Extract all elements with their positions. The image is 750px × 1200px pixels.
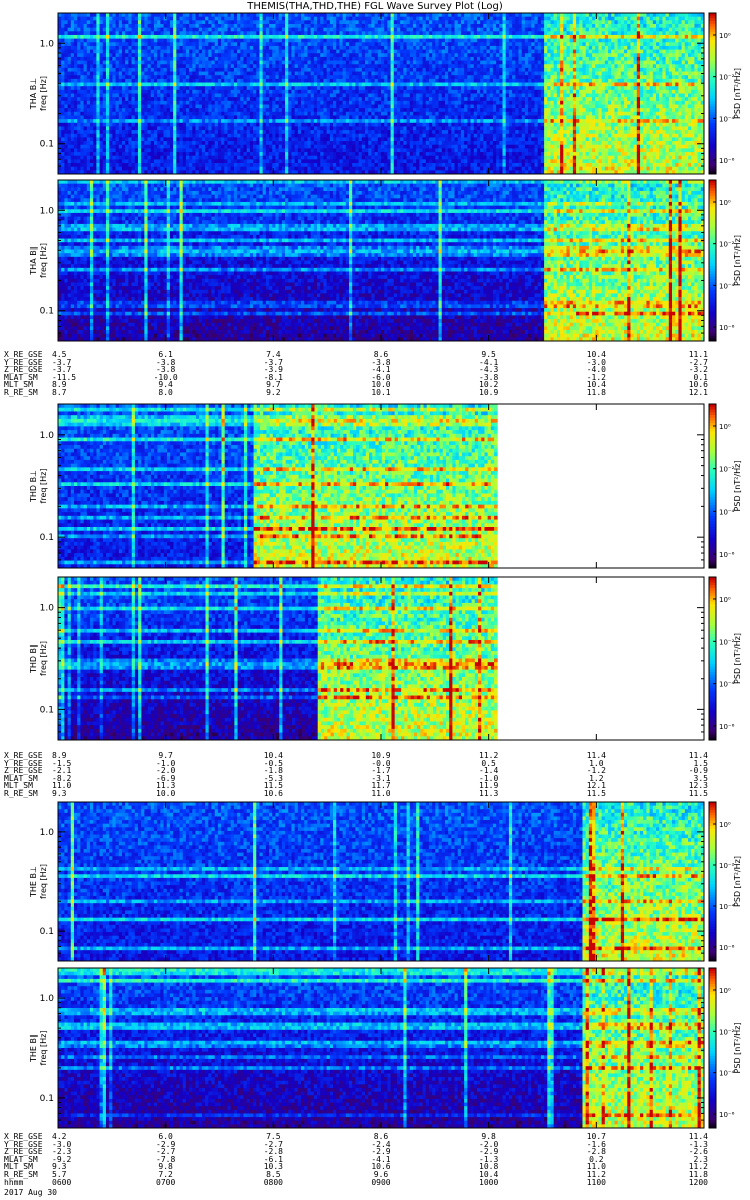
colorbar-tick: 10⁰	[719, 987, 731, 995]
ephemeris-column: 11.4 1.5 -0.9 3.5 12.3 11.5	[664, 752, 708, 798]
ephemeris-column: 10.9 -0.0 -1.7 -3.1 11.7 11.0	[361, 752, 401, 798]
ephemeris-column: 8.9 -1.5 -2.1 -8.2 11.0 9.3	[52, 752, 71, 798]
ylabel-freq: freq [Hz]	[39, 641, 48, 676]
colorbar-tick: 10⁻⁶	[719, 723, 735, 731]
colorbar: 10⁰10⁻²10⁻⁴10⁻⁶PSD [nT²/Hz]	[709, 404, 742, 569]
ytick-label: 0.1	[40, 533, 54, 543]
spectrogram-panels: 1.00.1THA B⊥ freq [Hz]10⁰10⁻²10⁻⁴10⁻⁶PSD …	[0, 0, 750, 1200]
ephemeris-column: 9.8 -2.0 -2.9 -1.3 10.8 10.4 1000	[469, 1133, 509, 1186]
colorbar: 10⁰10⁻²10⁻⁴10⁻⁶PSD [nT²/Hz]	[709, 13, 742, 175]
colorbar-tick: 10⁰	[719, 596, 731, 604]
colorbar-label: PSD [nT²/Hz]	[733, 68, 742, 119]
ephemeris-column: 9.7 -1.0 -2.0 -6.9 11.3 10.0	[146, 752, 186, 798]
ylabel-probe: THE B∥	[29, 1034, 38, 1063]
ylabel-freq: freq [Hz]	[39, 864, 48, 899]
ytick-label: 1.0	[40, 828, 55, 838]
ytick-label: 0.1	[40, 307, 54, 317]
ephemeris-labels: X_RE_GSE Y_RE_GSE Z_RE_GSE MLAT_SM MLT_S…	[4, 351, 43, 397]
ephemeris-column: 4.2 -3.0 -2.3 -9.2 9.3 5.7 0600	[52, 1133, 71, 1186]
ephemeris-column: 11.2 0.5 -1.4 -1.0 11.9 11.3	[469, 752, 509, 798]
ytick-label: 1.0	[40, 994, 55, 1004]
ephemeris-labels: X_RE_GSE Y_RE_GSE Z_RE_GSE MLAT_SM MLT_S…	[4, 1133, 43, 1186]
ephemeris-column: 10.4 -0.5 -1.8 -5.3 11.5 10.6	[253, 752, 293, 798]
colorbar-label: PSD [nT²/Hz]	[733, 1023, 742, 1074]
ytick-label: 0.1	[40, 927, 54, 937]
ylabel-freq: freq [Hz]	[39, 1031, 48, 1066]
ylabel-probe: THD B⊥	[29, 470, 38, 503]
ephemeris-column: 11.4 1.0 -1.2 1.2 12.1 11.5	[576, 752, 616, 798]
ephemeris-column: 8.6 -2.4 -2.9 -4.1 10.6 9.6 0900	[361, 1133, 401, 1186]
spectrogram-panel-2: 1.0 0.1 THA B∥ freq [Hz]	[29, 180, 704, 341]
colorbar-label: PSD [nT²/Hz]	[733, 461, 742, 512]
colorbar-tick: 10⁰	[719, 199, 731, 207]
colorbar-label: PSD [nT²/Hz]	[733, 633, 742, 684]
spectrogram-panel-4: 1.0 0.1 THD B∥ freq [Hz]	[29, 577, 704, 740]
spectrogram-panel-3: 1.0 0.1 THD B⊥ freq [Hz]	[29, 404, 704, 568]
spectrogram-panel-6: 1.0 0.1 THE B∥ freq [Hz]	[29, 968, 704, 1128]
ylabel-freq: freq [Hz]	[39, 76, 48, 111]
ytick-label: 0.1	[40, 1094, 54, 1104]
ylabel-probe: THD B∥	[29, 644, 38, 674]
ephemeris-column: 10.4 -3.0 -4.0 -1.2 10.4 11.8	[576, 351, 616, 397]
ytick-label: 1.0	[40, 39, 55, 49]
ylabel-probe: THA B⊥	[29, 78, 38, 110]
colorbar-tick: 10⁻⁶	[719, 551, 735, 559]
spectrogram-panel-1: 1.0 0.1 THA B⊥ freq [Hz]	[29, 13, 704, 174]
ylabel-probe: THA B∥	[29, 246, 38, 275]
colorbar-tick: 10⁰	[719, 821, 731, 829]
spectrogram-panel-5: 1.0 0.1 THE B⊥ freq [Hz]	[29, 802, 704, 961]
ylabel-freq: freq [Hz]	[39, 243, 48, 278]
ephemeris-labels: X_RE_GSE Y_RE_GSE Z_RE_GSE MLAT_SM MLT_S…	[4, 752, 43, 798]
colorbar-tick: 10⁰	[719, 32, 731, 40]
ytick-label: 0.1	[40, 140, 54, 150]
colorbar-tick: 10⁻⁶	[719, 1111, 735, 1119]
colorbar: 10⁰10⁻²10⁻⁴10⁻⁶PSD [nT²/Hz]	[709, 802, 742, 962]
ephemeris-column: 8.6 -3.8 -4.1 -6.0 10.0 10.1	[361, 351, 401, 397]
colorbar-tick: 10⁰	[719, 423, 731, 431]
ephemeris-column: 6.0 -2.9 -2.7 -7.8 9.8 7.2 0700	[146, 1133, 186, 1186]
ephemeris-column: 11.4 -1.3 -2.6 2.3 11.2 11.8 1200	[664, 1133, 708, 1186]
ytick-label: 0.1	[40, 705, 54, 715]
ytick-label: 1.0	[40, 431, 55, 441]
colorbar-tick: 10⁻⁶	[719, 324, 735, 332]
ylabel-probe: THE B⊥	[29, 866, 38, 898]
ephemeris-column: 9.5 -4.1 -4.3 -3.8 10.2 10.9	[469, 351, 509, 397]
ephemeris-column: 11.1 -2.7 -3.2 0.1 10.6 12.1	[664, 351, 708, 397]
ephemeris-column: 10.7 -1.6 -2.8 0.2 11.0 11.2 1100	[576, 1133, 616, 1186]
colorbar-tick: 10⁻⁶	[719, 157, 735, 165]
ephemeris-column: 6.1 -3.8 -3.8 -10.0 9.4 8.0	[146, 351, 186, 397]
ytick-label: 1.0	[40, 604, 55, 614]
colorbar-label: PSD [nT²/Hz]	[733, 856, 742, 907]
colorbar: 10⁰10⁻²10⁻⁴10⁻⁶PSD [nT²/Hz]	[709, 577, 742, 741]
ephemeris-column: 4.5 -3.7 -3.7 -11.5 8.9 8.7	[52, 351, 76, 397]
ytick-label: 1.0	[40, 206, 55, 216]
colorbar: 10⁰10⁻²10⁻⁴10⁻⁶PSD [nT²/Hz]	[709, 180, 742, 342]
ylabel-freq: freq [Hz]	[39, 469, 48, 504]
ephemeris-column: 7.4 -3.7 -3.9 -8.1 9.7 9.2	[253, 351, 293, 397]
colorbar-tick: 10⁻⁶	[719, 944, 735, 952]
date-label: 2017 Aug 30	[4, 1188, 57, 1197]
ephemeris-column: 7.5 -2.7 -2.8 -6.1 10.3 8.5 0800	[253, 1133, 293, 1186]
colorbar-label: PSD [nT²/Hz]	[733, 235, 742, 286]
colorbar: 10⁰10⁻²10⁻⁴10⁻⁶PSD [nT²/Hz]	[709, 968, 742, 1129]
